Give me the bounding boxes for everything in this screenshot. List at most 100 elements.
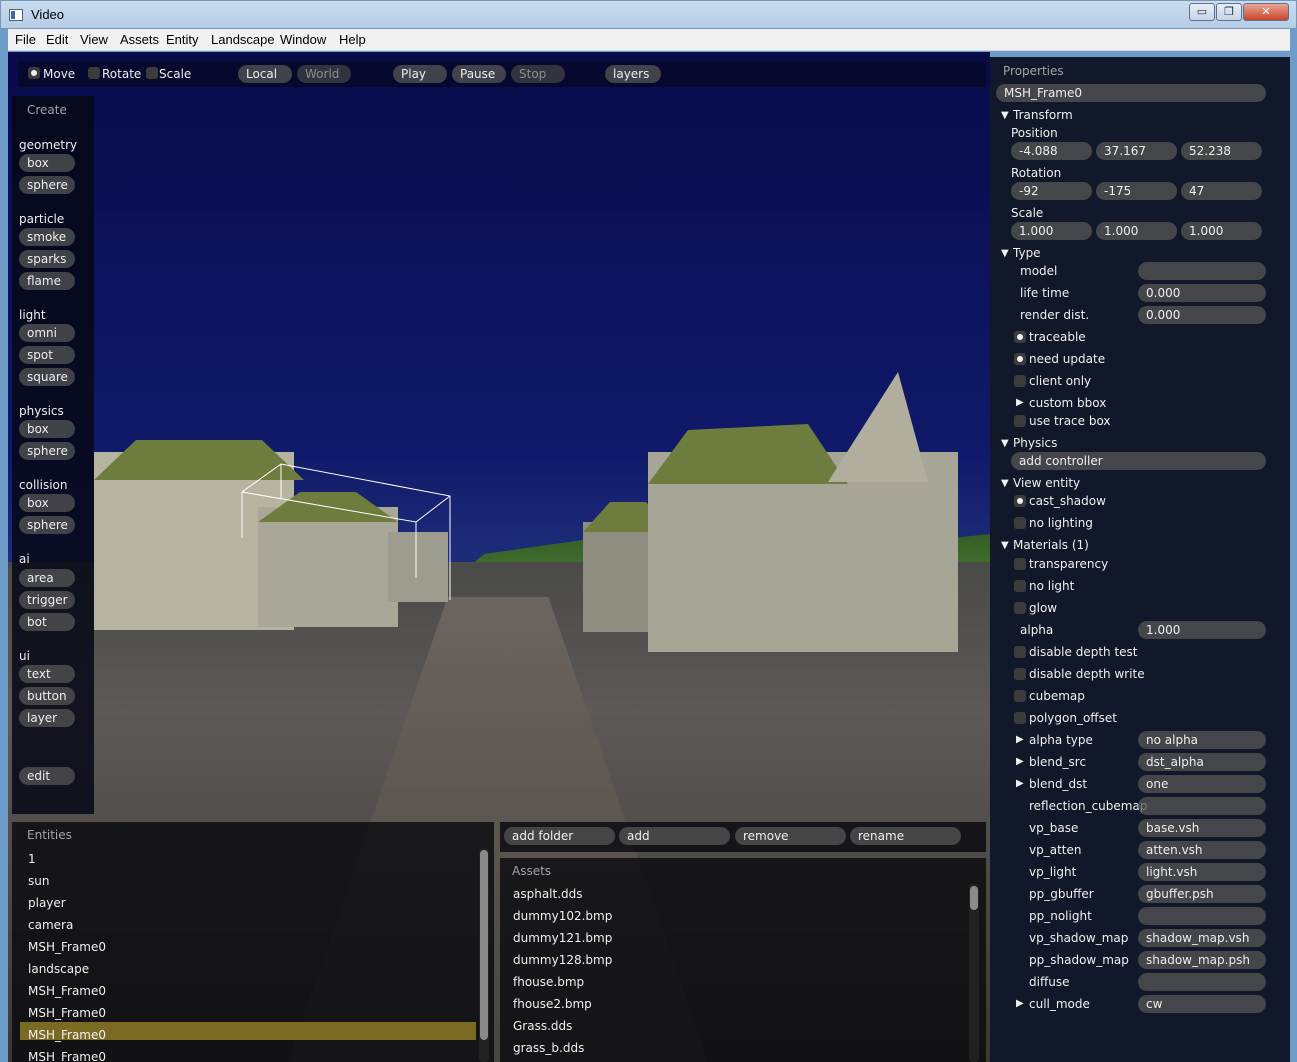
play-button[interactable]: Play (393, 65, 447, 83)
materials-header[interactable]: Materials (1) (1013, 538, 1089, 552)
position-z-field[interactable]: 52.238 (1181, 142, 1262, 160)
materials-expand-icon[interactable]: ▼ (1001, 540, 1009, 551)
reflection-cubemap-field[interactable] (1138, 797, 1266, 815)
menu-landscape[interactable]: Landscape (211, 32, 275, 47)
menu-help[interactable]: Help (339, 32, 366, 47)
world-button[interactable]: World (297, 65, 351, 83)
create-physics-box-button[interactable]: box (19, 420, 75, 438)
view-entity-expand-icon[interactable]: ▼ (1001, 478, 1009, 489)
close-button[interactable]: ✕ (1243, 3, 1289, 21)
menu-window[interactable]: Window (280, 32, 326, 47)
asset-list-item[interactable]: Grass.dds (513, 1019, 572, 1033)
entities-scrollbar[interactable] (479, 848, 489, 1062)
polygon-offset-checkbox[interactable] (1014, 712, 1026, 724)
blend-src-label[interactable]: blend_src (1029, 755, 1086, 769)
scale-radio[interactable] (146, 67, 158, 79)
rotation-z-field[interactable]: 47 (1181, 182, 1262, 200)
rotate-radio[interactable] (88, 67, 100, 79)
entity-list-item[interactable]: 1 (28, 852, 36, 866)
glow-checkbox[interactable] (1014, 602, 1026, 614)
life-time-field[interactable]: 0.000 (1138, 284, 1266, 302)
transform-header[interactable]: Transform (1013, 108, 1073, 122)
type-header[interactable]: Type (1013, 246, 1041, 260)
create-bot-button[interactable]: bot (19, 613, 75, 631)
rotation-y-field[interactable]: -175 (1096, 182, 1177, 200)
create-geometry-sphere-button[interactable]: sphere (19, 176, 75, 194)
asset-list-item[interactable]: fhouse.bmp (513, 975, 584, 989)
vp-light-field[interactable]: light.vsh (1138, 863, 1266, 881)
add-asset-button[interactable]: add (619, 827, 730, 845)
traceable-checkbox[interactable] (1014, 331, 1026, 343)
create-geometry-box-button[interactable]: box (19, 154, 75, 172)
add-folder-button[interactable]: add folder (504, 827, 615, 845)
physics-header[interactable]: Physics (1013, 436, 1057, 450)
add-controller-button[interactable]: add controller (1011, 452, 1266, 470)
menu-edit[interactable]: Edit (46, 32, 68, 47)
cull-mode-expand-icon[interactable]: ▶ (1016, 998, 1024, 1009)
scale-y-field[interactable]: 1.000 (1096, 222, 1177, 240)
physics-expand-icon[interactable]: ▼ (1001, 438, 1009, 449)
transform-expand-icon[interactable]: ▼ (1001, 110, 1009, 121)
maximize-button[interactable]: ❐ (1216, 3, 1242, 21)
entity-list-item[interactable]: camera (28, 918, 73, 932)
create-smoke-button[interactable]: smoke (19, 228, 75, 246)
rotation-x-field[interactable]: -92 (1011, 182, 1092, 200)
asset-list-item[interactable]: fhouse2.bmp (513, 997, 592, 1011)
create-trigger-button[interactable]: trigger (19, 591, 75, 609)
view-entity-header[interactable]: View entity (1013, 476, 1080, 490)
create-collision-sphere-button[interactable]: sphere (19, 516, 75, 534)
entity-list-item[interactable]: landscape (28, 962, 89, 976)
blend-src-expand-icon[interactable]: ▶ (1016, 756, 1024, 767)
stop-button[interactable]: Stop (511, 65, 565, 83)
create-physics-sphere-button[interactable]: sphere (19, 442, 75, 460)
pp-shadow-map-field[interactable]: shadow_map.psh (1138, 951, 1266, 969)
entities-scrollbar-thumb[interactable] (480, 850, 488, 1040)
asset-list-item[interactable]: grass_b.dds (513, 1041, 584, 1055)
asset-list-item[interactable]: dummy121.bmp (513, 931, 612, 945)
render-dist-field[interactable]: 0.000 (1138, 306, 1266, 324)
entity-list-item[interactable]: player (28, 896, 66, 910)
entity-name-field[interactable]: MSH_Frame0 (996, 84, 1266, 102)
alpha-type-field[interactable]: no alpha (1138, 731, 1266, 749)
create-collision-box-button[interactable]: box (19, 494, 75, 512)
need-update-checkbox[interactable] (1014, 353, 1026, 365)
local-button[interactable]: Local (238, 65, 292, 83)
alpha-type-expand-icon[interactable]: ▶ (1016, 734, 1024, 745)
cull-mode-label[interactable]: cull_mode (1029, 997, 1090, 1011)
position-x-field[interactable]: -4.088 (1011, 142, 1092, 160)
position-y-field[interactable]: 37.167 (1096, 142, 1177, 160)
create-omni-button[interactable]: omni (19, 324, 75, 342)
cubemap-checkbox[interactable] (1014, 690, 1026, 702)
custom-bbox-label[interactable]: custom bbox (1029, 396, 1106, 410)
assets-scrollbar-thumb[interactable] (970, 886, 978, 910)
pp-nolight-field[interactable] (1138, 907, 1266, 925)
transparency-checkbox[interactable] (1014, 558, 1026, 570)
custom-bbox-expand-icon[interactable]: ▶ (1016, 397, 1024, 408)
no-lighting-checkbox[interactable] (1014, 517, 1026, 529)
remove-asset-button[interactable]: remove (735, 827, 846, 845)
alpha-field[interactable]: 1.000 (1138, 621, 1266, 639)
entity-list-item[interactable]: MSH_Frame0 (28, 1006, 106, 1020)
create-spot-button[interactable]: spot (19, 346, 75, 364)
blend-src-field[interactable]: dst_alpha (1138, 753, 1266, 771)
create-sparks-button[interactable]: sparks (19, 250, 75, 268)
create-text-button[interactable]: text (19, 665, 75, 683)
entity-list-item[interactable]: MSH_Frame0 (28, 1050, 106, 1062)
menu-view[interactable]: View (80, 32, 108, 47)
cast-shadow-checkbox[interactable] (1014, 495, 1026, 507)
asset-list-item[interactable]: dummy102.bmp (513, 909, 612, 923)
model-field[interactable] (1138, 262, 1266, 280)
move-label[interactable]: Move (43, 67, 75, 81)
create-area-button[interactable]: area (19, 569, 75, 587)
use-trace-box-checkbox[interactable] (1014, 415, 1026, 427)
disable-depth-test-checkbox[interactable] (1014, 646, 1026, 658)
blend-dst-expand-icon[interactable]: ▶ (1016, 778, 1024, 789)
asset-list-item[interactable]: dummy128.bmp (513, 953, 612, 967)
menu-entity[interactable]: Entity (166, 32, 199, 47)
blend-dst-field[interactable]: one (1138, 775, 1266, 793)
rotate-label[interactable]: Rotate (102, 67, 141, 81)
edit-button[interactable]: edit (19, 767, 75, 785)
entity-list-item-selected[interactable]: MSH_Frame0 (28, 1028, 106, 1042)
vp-atten-field[interactable]: atten.vsh (1138, 841, 1266, 859)
create-ui-button-button[interactable]: button (19, 687, 75, 705)
